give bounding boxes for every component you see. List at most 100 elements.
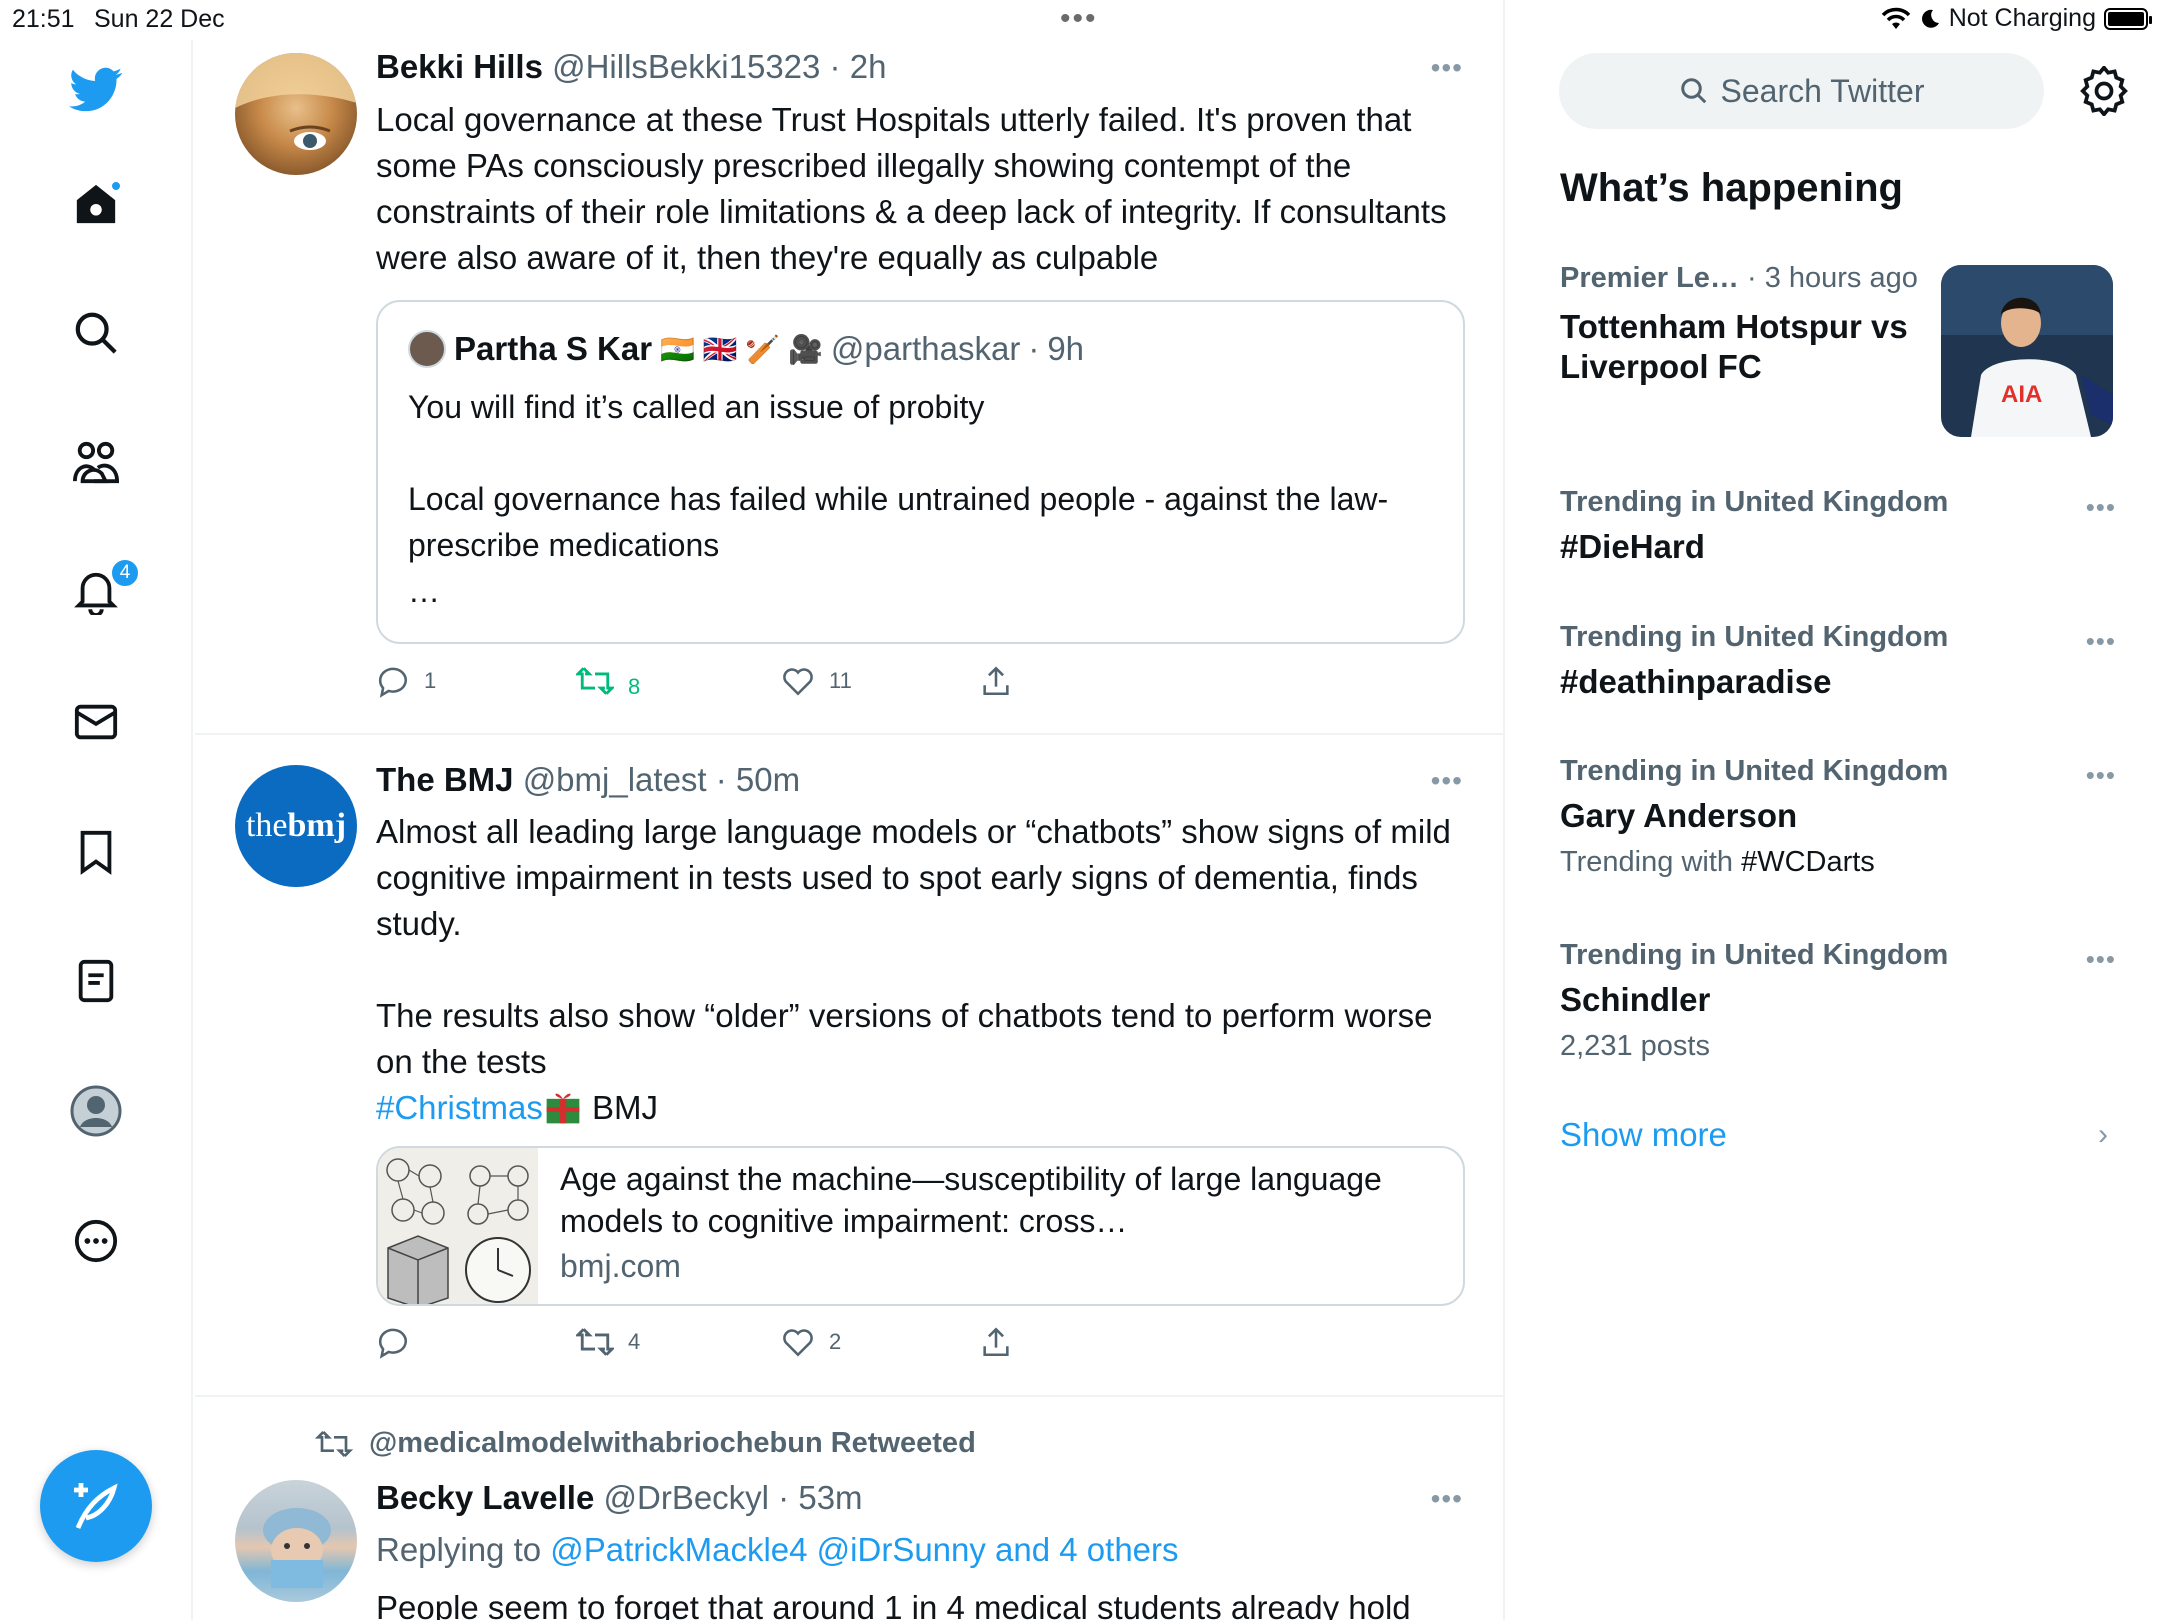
trend-category: Trending in United Kingdom [1560,486,1949,518]
hashtag-link[interactable]: #Christmas [376,1089,543,1126]
retweet-button[interactable]: 8 [576,664,641,699]
author-handle[interactable]: @bmj_latest [523,761,707,798]
more-options-icon[interactable]: ••• [1431,1483,1463,1515]
tweet-time[interactable]: 2h [850,48,887,85]
retweet-button[interactable]: 4 [576,1325,640,1359]
retweet-icon [315,1430,353,1457]
quoted-author-name: Partha S Kar [454,330,653,367]
replying-to-line: Replying to @PatrickMackle4 @iDrSunny an… [376,1527,1466,1573]
search-icon[interactable] [68,305,124,361]
home-new-dot [110,180,122,192]
news-category: Premier Le… [1560,262,1739,294]
notifications-badge: 4 [110,558,140,588]
tweet-text: Almost all leading large language models… [376,813,1451,1080]
trend-item[interactable]: Trending in United Kingdom Schindler 2,2… [1560,939,2120,1063]
christmas-gift-icon [546,1093,580,1124]
retweeted-by-line: @medicalmodelwithabriochebun Retweeted [315,1427,976,1460]
news-thumbnail[interactable]: AIA [1941,265,2113,437]
replying-to-users[interactable]: @PatrickMackle4 @iDrSunny and 4 others [550,1531,1178,1568]
notifications-icon[interactable]: 4 [68,558,140,620]
heart-icon [783,1329,813,1357]
author-name[interactable]: The BMJ [376,761,514,798]
trend-item[interactable]: Trending in United Kingdom #DieHard [1560,486,2120,567]
tweet-header: Bekki Hills @HillsBekki15323 · 2h [376,48,887,85]
news-time: · 3 hours ago [1738,262,1918,294]
trend-name: Schindler [1560,981,1711,1018]
retweet-icon [576,1328,614,1356]
link-card-title: Age against the machine—susceptibility o… [560,1161,1382,1239]
avatar[interactable] [235,53,357,175]
trend-item[interactable]: Trending in United Kingdom #deathinparad… [1560,621,2120,702]
news-item[interactable]: Premier Le… · 3 hours ago Tottenham Hots… [1560,262,1930,387]
settings-gear-icon[interactable] [2079,64,2129,118]
retweeted-by-text[interactable]: @medicalmodelwithabriochebun Retweeted [369,1427,976,1460]
tweet-text: People seem to forget that around 1 in 4… [376,1589,1411,1620]
compose-tweet-button[interactable] [40,1450,152,1562]
reply-button[interactable] [376,1325,424,1359]
trend-name: Gary Anderson [1560,797,1798,834]
trend-item[interactable]: Trending in United Kingdom Gary Anderson… [1560,755,2120,879]
trend-name: #deathinparadise [1560,663,1832,700]
author-name[interactable]: Becky Lavelle [376,1479,594,1516]
author-handle[interactable]: @HillsBekki15323 [552,48,820,85]
trend-sub-prefix: Trending with [1560,846,1742,878]
tweet-header: Becky Lavelle @DrBeckyl · 53m [376,1479,863,1516]
hashtag-suffix: BMJ [582,1089,659,1126]
retweet-count: 8 [628,674,641,699]
chevron-right-icon[interactable]: › [2098,1118,2108,1152]
right-sidebar: Search Twitter What’s happening Premier … [1507,0,2160,1620]
trend-more-icon[interactable]: ••• [2086,626,2116,657]
tweet-header: The BMJ @bmj_latest · 50m [376,761,801,798]
show-more-link[interactable]: Show more [1560,1116,1727,1154]
tweet-text: Local governance at these Trust Hospital… [376,101,1456,276]
quoted-author-avatar [408,330,446,368]
bmj-logo-text-b: bmj [287,807,347,844]
search-input[interactable]: Search Twitter [1559,53,2044,129]
messages-icon[interactable] [68,694,124,750]
reply-button[interactable]: 1 [376,664,436,698]
quoted-tweet-text: You will find it’s called an issue of pr… [408,389,1389,609]
more-icon[interactable] [68,1213,124,1269]
heart-icon [783,668,813,696]
trend-name: #DieHard [1560,528,1705,565]
trend-sub-hashtag[interactable]: #WCDarts [1741,846,1875,878]
like-button[interactable]: 11 [781,664,852,698]
communities-icon[interactable] [68,434,124,490]
trend-more-icon[interactable]: ••• [2086,492,2116,523]
bmj-logo-text-a: the [245,807,288,844]
like-button[interactable]: 2 [781,1325,841,1359]
share-icon [983,1327,1009,1357]
timeline-feed: Bekki Hills @HillsBekki15323 · 2h ••• Lo… [195,0,1505,1620]
share-button[interactable] [979,1325,1013,1359]
quoted-tweet[interactable]: Partha S Kar 🇮🇳 🇬🇧 🏏 🎥 @parthaskar · 9h Yo… [376,300,1465,644]
bookmarks-icon[interactable] [68,824,124,880]
tweet[interactable]: the bmj The BMJ @bmj_latest · 50m ••• Alm… [195,735,1503,1397]
more-options-icon[interactable]: ••• [1431,765,1463,797]
quoted-author-emoji: 🇮🇳 🇬🇧 🏏 🎥 [660,333,823,365]
profile-avatar-icon[interactable] [68,1083,124,1139]
tweet-hashtag-line: #Christmas BMJ [376,1085,1466,1131]
retweet-icon [576,667,614,695]
author-handle[interactable]: @DrBeckyl [604,1479,770,1516]
tweet[interactable]: Bekki Hills @HillsBekki15323 · 2h ••• Lo… [195,0,1503,735]
tweet-time[interactable]: 53m [798,1479,862,1516]
author-name[interactable]: Bekki Hills [376,48,543,85]
avatar[interactable] [235,1480,357,1602]
tweet-time[interactable]: 50m [736,761,800,798]
quoted-tweet-time: 9h [1047,330,1085,367]
trend-more-icon[interactable]: ••• [2086,760,2116,791]
compose-feather-icon [74,1483,118,1529]
reply-count: 1 [424,668,437,693]
more-options-icon[interactable]: ••• [1431,52,1463,84]
lists-icon[interactable] [68,953,124,1009]
tweet[interactable]: @medicalmodelwithabriochebun Retweeted B… [195,1397,1503,1620]
share-button[interactable] [979,664,1013,698]
link-preview-card[interactable]: Age against the machine—susceptibility o… [376,1146,1465,1306]
trend-more-icon[interactable]: ••• [2086,944,2116,975]
share-icon [983,666,1009,696]
trend-category: Trending in United Kingdom [1560,939,1949,971]
avatar[interactable]: the bmj [235,765,357,887]
quoted-tweet-header: Partha S Kar 🇮🇳 🇬🇧 🏏 🎥 @parthaskar · 9h [408,330,1084,368]
twitter-logo-icon[interactable] [68,62,124,118]
home-icon[interactable] [68,176,124,232]
